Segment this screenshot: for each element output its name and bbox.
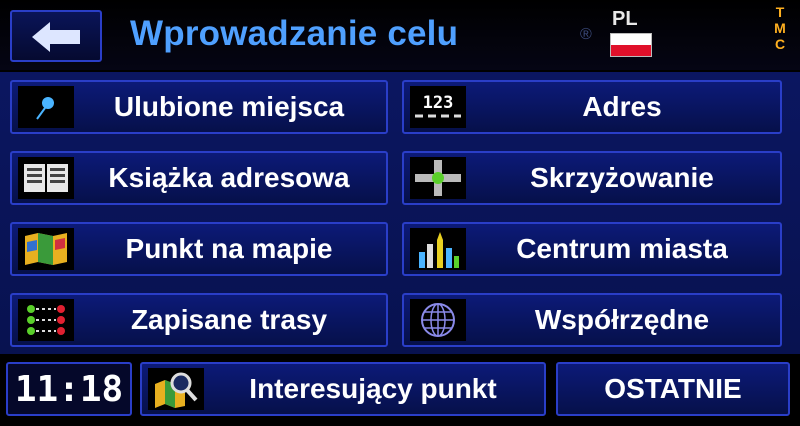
tmc-indicator: T M C [774, 4, 786, 52]
address-label: Adres [582, 91, 662, 122]
coordinates-button[interactable]: Współrzędne [402, 293, 782, 347]
top-bar: Wprowadzanie celu ® PL T M C [0, 0, 800, 70]
poland-flag-icon[interactable] [610, 33, 652, 57]
back-arrow-icon [32, 22, 80, 52]
routes-list-icon [18, 299, 74, 341]
book-icon [18, 157, 74, 199]
poi-search-icon [148, 368, 204, 410]
city-center-button[interactable]: Centrum miasta [402, 222, 782, 276]
intersection-label: Skrzyżowanie [530, 162, 714, 193]
back-button[interactable] [10, 10, 102, 62]
intersection-button[interactable]: Skrzyżowanie [402, 151, 782, 205]
language-code: PL [612, 8, 638, 30]
coordinates-label: Współrzędne [534, 304, 710, 335]
map-point-label: Punkt na mapie [125, 233, 333, 264]
city-skyline-icon [410, 228, 466, 270]
address-book-button[interactable]: Książka adresowa [10, 151, 388, 205]
recent-button[interactable]: OSTATNIE [556, 362, 790, 416]
map-point-button[interactable]: Punkt na mapie [10, 222, 388, 276]
favorites-label: Ulubione miejsca [113, 91, 345, 122]
pin-icon [18, 86, 74, 128]
intersection-icon [410, 157, 466, 199]
city-center-label: Centrum miasta [516, 233, 728, 264]
favorites-button[interactable]: Ulubione miejsca [10, 80, 388, 134]
poi-button[interactable]: Interesujący punkt [140, 362, 546, 416]
address-button[interactable]: 123 Adres [402, 80, 782, 134]
map-icon [18, 228, 74, 270]
address-book-label: Książka adresowa [108, 162, 350, 193]
saved-routes-label: Zapisane trasy [130, 304, 328, 335]
saved-routes-button[interactable]: Zapisane trasy [10, 293, 388, 347]
globe-icon [410, 299, 466, 341]
registered-mark: ® [580, 26, 592, 43]
page-title: Wprowadzanie celu [130, 14, 459, 53]
poi-label: Interesujący punkt [249, 373, 497, 404]
clock: 11:18 [6, 362, 132, 416]
address-number-icon: 123 [410, 86, 466, 128]
